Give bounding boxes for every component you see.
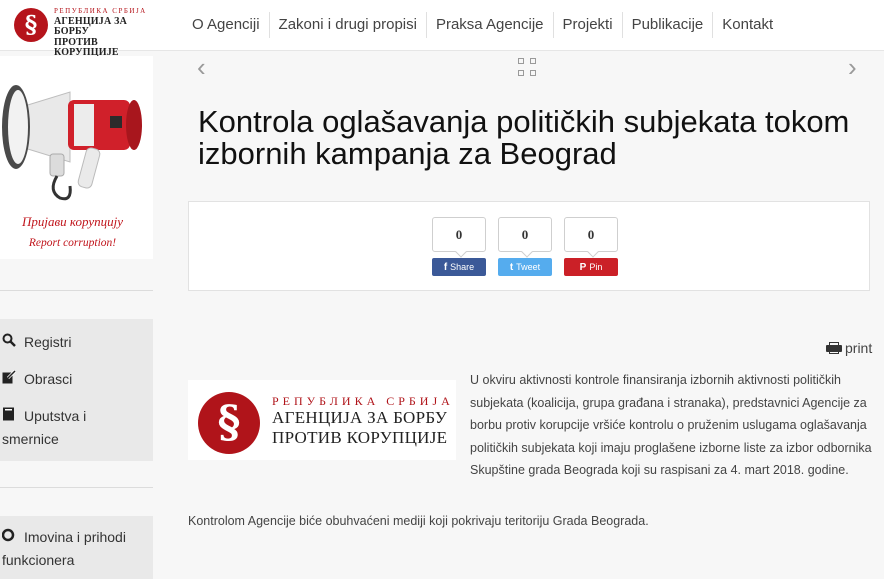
agency-logo[interactable]: § РЕПУБЛИКА СРБИЈА АГЕНЦИЈА ЗА БОРБУ ПРО… — [14, 6, 154, 58]
main-nav: O Agenciji Zakoni i drugi propisi Praksa… — [183, 0, 782, 50]
facebook-icon: f — [443, 262, 448, 273]
share-button-label: Share — [450, 262, 475, 272]
logo-emblem: § — [14, 8, 48, 42]
report-corruption-banner[interactable]: Пријави корупцију Report corruption! — [0, 56, 153, 259]
grid-icon[interactable] — [518, 58, 538, 78]
nav-item-publikacije[interactable]: Publikacije — [623, 12, 714, 38]
twitter-share: 0 t Tweet — [498, 217, 552, 276]
share-button-label: Pin — [589, 262, 603, 272]
twitter-tweet-button[interactable]: t Tweet — [498, 258, 552, 276]
nav-item-praksa[interactable]: Praksa Agencije — [427, 12, 554, 38]
sidebar-item-registri[interactable]: Registri — [2, 331, 71, 354]
sidebar-assets-box: Imovina i prihodi funkcionera — [0, 516, 153, 579]
pinterest-icon: P — [579, 262, 587, 273]
banner-text-latin: Report corruption! — [28, 237, 117, 249]
megaphone-icon — [2, 85, 142, 201]
print-button[interactable]: print — [826, 340, 872, 356]
book-icon — [2, 406, 24, 428]
sidebar: Пријави корупцију Report corruption! Reg… — [0, 51, 153, 579]
share-count: 0 — [564, 217, 618, 252]
twitter-icon: t — [509, 262, 514, 273]
share-count: 0 — [432, 217, 486, 252]
site-header: § РЕПУБЛИКА СРБИЈА АГЕНЦИЈА ЗА БОРБУ ПРО… — [0, 0, 884, 58]
nav-item-kontakt[interactable]: Kontakt — [713, 12, 782, 38]
edit-icon — [2, 369, 24, 391]
nav-item-zakoni[interactable]: Zakoni i drugi propisi — [270, 12, 427, 38]
banner-text-cyrillic: Пријави корупцију — [22, 214, 123, 229]
next-post-arrow[interactable]: › — [848, 54, 857, 80]
sidebar-item-uputstva[interactable]: Uputstva i smernice — [2, 405, 132, 450]
pinterest-share: 0 P Pin — [564, 217, 618, 276]
article-paragraph-2: Kontrolom Agencije biće obuhvaćeni medij… — [188, 514, 649, 528]
facebook-share-button[interactable]: f Share — [432, 258, 486, 276]
sidebar-item-label: Registri — [24, 334, 72, 350]
sidebar-divider — [0, 487, 153, 488]
pinterest-pin-button[interactable]: P Pin — [564, 258, 618, 276]
search-icon — [2, 332, 24, 354]
facebook-share: 0 f Share — [432, 217, 486, 276]
nav-item-o-agenciji[interactable]: O Agenciji — [183, 12, 270, 38]
sidebar-item-obrasci[interactable]: Obrasci — [2, 368, 72, 391]
sidebar-item-label: Obrasci — [24, 371, 73, 387]
logo-line-1: РЕПУБЛИКА СРБИЈА — [54, 7, 147, 15]
article-body: U okviru aktivnosti kontrole finansiranj… — [188, 369, 874, 482]
prev-post-arrow[interactable]: ‹ — [197, 54, 206, 80]
circle-icon — [1, 527, 24, 549]
sidebar-divider — [0, 290, 153, 291]
printer-icon — [826, 342, 842, 354]
print-label: print — [845, 340, 873, 356]
logo-line-2: АГЕНЦИЈА ЗА БОРБУ — [54, 16, 128, 37]
share-box: 0 f Share 0 t Tweet 0 P Pin — [188, 201, 870, 291]
share-count: 0 — [498, 217, 552, 252]
share-button-label: Tweet — [516, 262, 541, 272]
sidebar-item-imovina[interactable]: Imovina i prihodi funkcionera — [1, 526, 142, 571]
page-title: Kontrola oglašavanja političkih subjekat… — [198, 104, 850, 171]
nav-item-projekti[interactable]: Projekti — [554, 12, 623, 38]
sidebar-links-box: Registri Obrasci Uputstva i smernice — [0, 319, 153, 461]
